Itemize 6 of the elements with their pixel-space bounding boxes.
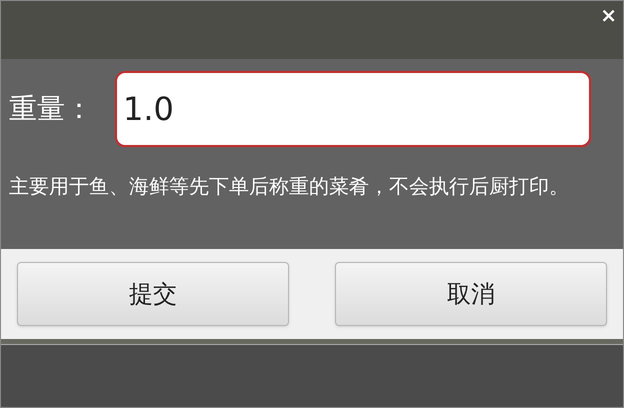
dialog-button[interactable]: 取消 <box>335 262 607 326</box>
weight-label: 重量： <box>9 91 94 127</box>
dialog-button[interactable]: 提交 <box>17 262 289 326</box>
close-button[interactable]: × <box>600 5 617 25</box>
weight-input[interactable]: 1.0 <box>115 71 591 147</box>
hint-text: 主要用于鱼、海鲜等先下单后称重的菜肴，不会执行后厨打印。 <box>9 173 570 200</box>
